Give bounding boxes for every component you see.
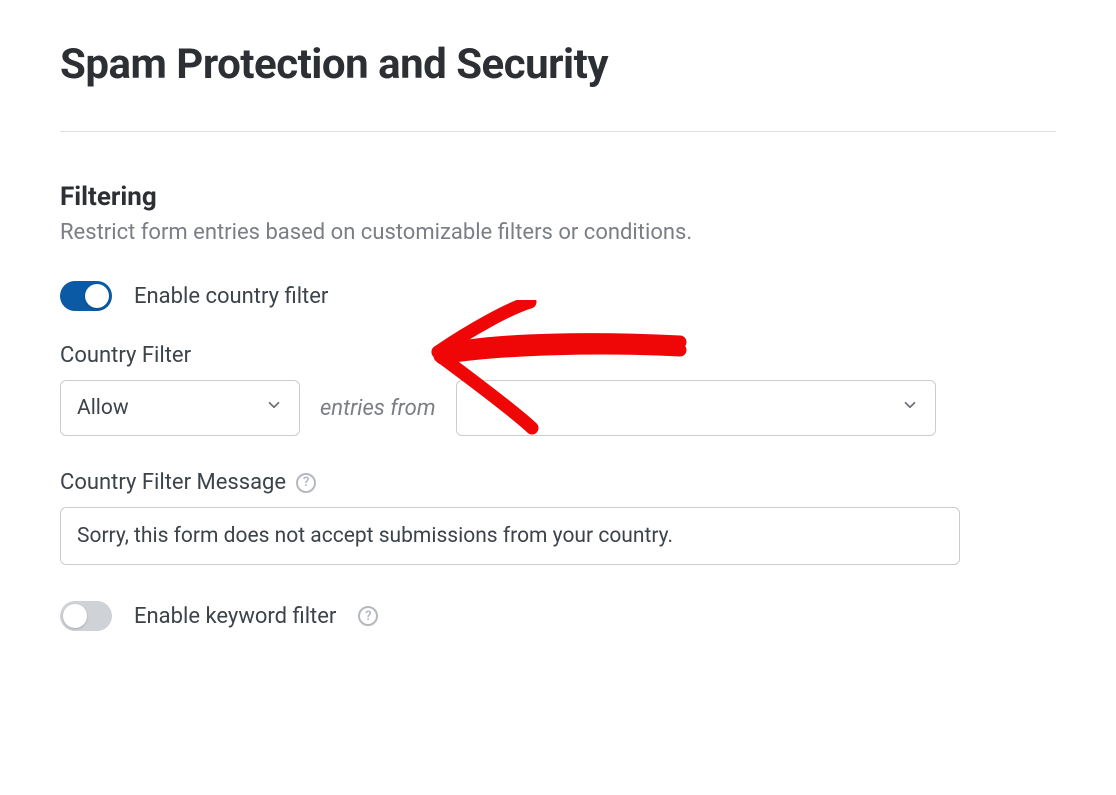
- country-filter-message-label-text: Country Filter Message: [60, 470, 286, 495]
- help-icon[interactable]: ?: [296, 473, 316, 493]
- enable-country-filter-row: Enable country filter: [60, 281, 1056, 311]
- enable-keyword-filter-row: Enable keyword filter ?: [60, 601, 1056, 631]
- country-filter-countries-select[interactable]: [456, 380, 936, 436]
- entries-from-text: entries from: [320, 396, 436, 421]
- chevron-down-icon: [901, 396, 919, 420]
- country-filter-message-input[interactable]: [60, 507, 960, 565]
- page-title: Spam Protection and Security: [60, 40, 1056, 89]
- country-filter-label: Country Filter: [60, 343, 1056, 368]
- divider: [60, 131, 1056, 132]
- enable-keyword-filter-label: Enable keyword filter: [134, 604, 336, 629]
- toggle-knob: [85, 284, 109, 308]
- country-filter-action-value: Allow: [77, 396, 129, 420]
- help-icon[interactable]: ?: [358, 606, 378, 626]
- enable-country-filter-toggle[interactable]: [60, 281, 112, 311]
- toggle-knob: [63, 604, 87, 628]
- filtering-section-desc: Restrict form entries based on customiza…: [60, 220, 1056, 245]
- enable-keyword-filter-toggle[interactable]: [60, 601, 112, 631]
- chevron-down-icon: [265, 396, 283, 420]
- country-filter-message-label: Country Filter Message ?: [60, 470, 1056, 495]
- country-filter-controls: Allow entries from: [60, 380, 1056, 436]
- enable-country-filter-label: Enable country filter: [134, 284, 328, 309]
- filtering-section-title: Filtering: [60, 182, 1056, 212]
- country-filter-action-select[interactable]: Allow: [60, 380, 300, 436]
- country-filter-label-text: Country Filter: [60, 343, 191, 368]
